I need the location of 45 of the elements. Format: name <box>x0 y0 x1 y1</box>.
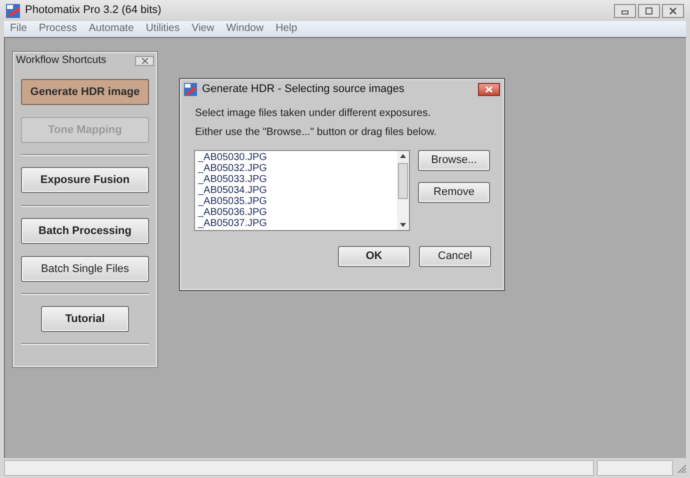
window-title: Photomatix Pro 3.2 (64 bits) <box>25 3 162 18</box>
scroll-down-icon <box>400 223 406 227</box>
panel-title: Workflow Shortcuts <box>16 53 106 68</box>
menu-item[interactable]: Automate <box>82 21 140 37</box>
app-logo-icon <box>184 82 197 96</box>
shortcut-button[interactable]: Exposure Fusion <box>21 167 149 193</box>
instruction-text: Select image files taken under different exposures. <box>195 107 432 119</box>
maximize-icon <box>644 6 654 14</box>
close-icon <box>485 86 493 92</box>
minimize-button[interactable] <box>614 4 636 18</box>
maximize-button[interactable] <box>638 4 660 18</box>
close-icon <box>142 58 148 64</box>
dialog-title: Generate HDR - Selecting source images <box>202 82 404 97</box>
scroll-up-icon <box>400 154 406 158</box>
dialog-button[interactable]: Browse... <box>418 150 490 171</box>
ok-button[interactable]: OK <box>338 246 410 267</box>
close-button[interactable] <box>662 4 684 18</box>
dialog-button[interactable]: Remove <box>418 182 490 203</box>
menu-item[interactable]: Process <box>32 21 83 37</box>
image-list-entry[interactable]: _AB05030.JPG <box>198 152 397 163</box>
image-list-entry[interactable]: _AB05034.JPG <box>198 185 397 196</box>
instruction-text: Either use the "Browse..." button or drag files below. <box>195 126 438 138</box>
resize-grip-icon <box>676 463 686 473</box>
close-button[interactable] <box>478 82 500 96</box>
image-list-entry[interactable]: _AB05037.JPG <box>198 218 397 229</box>
shortcut-button[interactable]: Batch Processing <box>21 218 149 244</box>
app-logo-icon <box>6 4 20 18</box>
scrollbar[interactable] <box>397 151 409 230</box>
close-button[interactable] <box>135 56 154 66</box>
image-list-entry[interactable]: _AB05032.JPG <box>198 163 397 174</box>
image-list-entry[interactable]: _AB05033.JPG <box>198 174 397 185</box>
image-list-entry[interactable]: _AB05036.JPG <box>198 207 397 218</box>
close-icon <box>668 6 678 14</box>
menu-item[interactable]: Window <box>220 21 270 37</box>
shortcut-button[interactable]: Generate HDR image <box>21 79 149 105</box>
image-list-entry[interactable]: _AB05035.JPG <box>198 196 397 207</box>
shortcut-button[interactable]: Tutorial <box>41 306 129 332</box>
scroll-thumb[interactable] <box>398 162 408 198</box>
menu-item[interactable]: File <box>4 21 33 37</box>
file-list[interactable]: _AB05030.JPG _AB05032.JPG _AB05033.JPG _AB05034.JPG _AB05035.JPG _AB05036.JPG _AB05037.JPG <box>194 150 410 231</box>
cancel-button[interactable]: Cancel <box>419 246 491 267</box>
menu-item[interactable]: View <box>186 21 220 37</box>
shortcut-button[interactable]: Batch Single Files <box>21 256 149 282</box>
menu-item[interactable]: Help <box>270 21 304 37</box>
menu-item[interactable]: Utilities <box>140 21 186 37</box>
